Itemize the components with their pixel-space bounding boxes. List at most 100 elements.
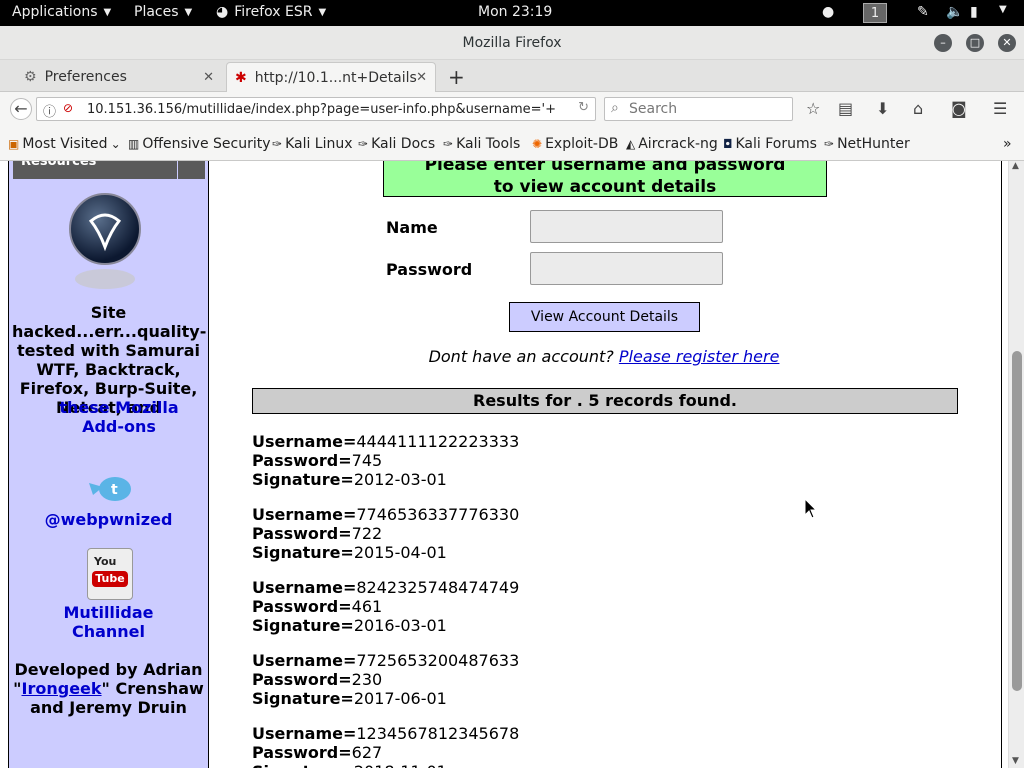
password-value: 230 [351, 670, 383, 689]
twitter-link[interactable]: @webpwnized [9, 510, 208, 529]
minimize-button[interactable]: – [934, 34, 952, 52]
signature-label: Signature= [252, 689, 354, 708]
kali-dragon-icon: ✑ [272, 137, 283, 151]
password-value: 722 [351, 524, 383, 543]
navigation-toolbar: ← ⓘ ⊘ 10.151.36.156/mutillidae/index.php… [0, 92, 1024, 127]
bookmark-star-icon[interactable]: ☆ [806, 99, 820, 118]
developers-credit: Developed by Adrian "Irongeek" Crenshaw … [9, 660, 208, 717]
close-window-button[interactable]: ✕ [998, 34, 1016, 52]
url-text: 10.151.36.156/mutillidae/index.php?page=… [87, 102, 556, 117]
reading-list-icon[interactable]: ▤ [838, 99, 853, 118]
irongeek-link[interactable]: Irongeek [22, 679, 102, 698]
kali-forums-icon: ◘ [723, 137, 733, 151]
aircrack-icon: ◭ [626, 137, 636, 151]
username-value: 7746536337776330 [356, 505, 520, 524]
record-username: Username=7746536337776330 [252, 505, 519, 524]
record-signature: Signature=2012-03-01 [252, 470, 519, 489]
scroll-up-arrow-icon[interactable]: ▲ [1012, 161, 1019, 171]
youtube-link-line1[interactable]: Mutillidae [9, 603, 208, 622]
gear-icon: ⚙ [24, 69, 37, 85]
scrollbar-thumb[interactable] [1012, 351, 1022, 691]
name-label: Name [386, 218, 438, 237]
youtube-icon[interactable]: You Tube [87, 548, 133, 600]
tab-preferences[interactable]: ⚙ Preferences ✕ [16, 62, 222, 92]
bookmark-aircrack-ng[interactable]: ◭ Aircrack-ng [626, 136, 718, 152]
bookmark-label: Offensive Security [142, 136, 271, 152]
bookmark-exploit-db[interactable]: ✺ Exploit-DB [532, 136, 618, 152]
network-icon[interactable]: ✎ [917, 4, 929, 20]
svg-text:t: t [111, 482, 118, 498]
bookmark-label: Exploit-DB [545, 136, 619, 152]
record-password: Password=230 [252, 670, 519, 689]
bookmark-kali-linux[interactable]: ✑ Kali Linux [272, 136, 353, 152]
offsec-icon: ▥ [128, 137, 140, 151]
password-label: Password= [252, 670, 352, 689]
home-icon[interactable]: ⌂ [913, 99, 923, 118]
bookmark-kali-forums[interactable]: ◘ Kali Forums [723, 136, 817, 152]
search-input[interactable]: ⌕ Search [604, 97, 793, 121]
owasp-logo-icon [69, 193, 141, 289]
bookmarks-overflow-icon[interactable]: » [1003, 136, 1012, 152]
username-label: Username= [252, 432, 357, 451]
username-label: Username= [252, 651, 357, 670]
bookmark-nethunter[interactable]: ✑ NetHunter [824, 136, 910, 152]
bookmark-kali-tools[interactable]: ✑ Kali Tools [443, 136, 520, 152]
record: Username=7725653200487633 Password=230 S… [252, 651, 519, 708]
signature-label: Signature= [252, 470, 354, 489]
close-tab-icon[interactable]: ✕ [203, 70, 214, 85]
twitter-link-text[interactable]: @webpwnized [45, 510, 173, 529]
applications-menu[interactable]: Applications ▼ [12, 4, 111, 20]
bookmark-label: Kali Tools [456, 136, 521, 152]
volume-icon[interactable]: 🔈 [946, 4, 963, 20]
record-signature: Signature=2017-06-01 [252, 689, 519, 708]
video-icon[interactable]: ● [822, 4, 834, 20]
exploit-db-icon: ✺ [532, 137, 543, 151]
url-bar[interactable]: ⓘ ⊘ 10.151.36.156/mutillidae/index.php?p… [36, 97, 596, 121]
clock[interactable]: Mon 23:19 [478, 4, 552, 20]
addons-link[interactable]: these Mozilla Add-ons [9, 398, 208, 436]
username-label: Username= [252, 578, 357, 597]
insecure-lock-icon[interactable]: ⊘ [63, 101, 73, 115]
scroll-down-arrow-icon[interactable]: ▼ [1012, 756, 1019, 766]
username-value: 4444111122223333 [356, 432, 520, 451]
record-username: Username=1234567812345678 [252, 724, 519, 743]
record-password: Password=745 [252, 451, 519, 470]
tab-user-info[interactable]: ✱ http://10.1...nt+Details ✕ [226, 62, 436, 92]
register-link[interactable]: Please register here [619, 347, 780, 366]
view-account-details-button[interactable]: View Account Details [509, 302, 700, 332]
vertical-scrollbar[interactable]: ▲ ▼ [1008, 161, 1024, 768]
record-username: Username=8242325748474749 [252, 578, 519, 597]
name-input[interactable] [530, 210, 723, 243]
battery-icon[interactable]: ▮ [970, 4, 978, 20]
record-signature: Signature=2015-04-01 [252, 543, 519, 562]
back-button[interactable]: ← [10, 98, 32, 120]
firefox-app-menu[interactable]: ◕ Firefox ESR ▼ [216, 4, 326, 20]
register-prompt: Dont have an account? Please register he… [0, 347, 1008, 366]
bookmark-offensive-security[interactable]: ▥ Offensive Security [128, 136, 271, 152]
youtube-link[interactable]: Mutillidae Channel [9, 603, 208, 641]
addons-link-text[interactable]: these Mozilla Add-ons [39, 398, 199, 436]
hamburger-menu-icon[interactable]: ☰ [993, 99, 1007, 118]
pocket-icon[interactable]: ◙ [951, 99, 967, 118]
signature-label: Signature= [252, 762, 354, 768]
bookmark-most-visited[interactable]: ▣ Most Visited ⌄ [8, 136, 121, 152]
downloads-icon[interactable]: ⬇ [876, 99, 889, 118]
workspace-indicator[interactable]: 1 [863, 3, 887, 23]
youtube-link-line2[interactable]: Channel [9, 622, 208, 641]
twitter-bird-icon[interactable]: t [85, 473, 137, 507]
system-menu-chevron-icon[interactable]: ▼ [999, 4, 1007, 15]
places-menu[interactable]: Places ▼ [134, 4, 192, 20]
bookmark-kali-docs[interactable]: ✑ Kali Docs [358, 136, 435, 152]
info-icon[interactable]: ⓘ [43, 101, 56, 120]
password-input[interactable] [530, 252, 723, 285]
resources-header[interactable]: Resources [13, 161, 177, 179]
new-tab-button[interactable]: + [440, 62, 473, 92]
window-title: Mozilla Firefox [462, 35, 562, 51]
login-instructions-banner: Please enter username and password to vi… [383, 161, 827, 197]
maximize-button[interactable]: □ [966, 34, 984, 52]
reload-icon[interactable]: ↻ [578, 100, 589, 115]
close-tab-icon[interactable]: ✕ [416, 70, 427, 85]
bookmarks-toolbar: ▣ Most Visited ⌄ ▥ Offensive Security ✑ Kali… [0, 127, 1024, 161]
kali-dragon-icon: ✑ [443, 137, 454, 151]
page-content: Resources Site hacked...err...quality-te… [0, 161, 1008, 768]
